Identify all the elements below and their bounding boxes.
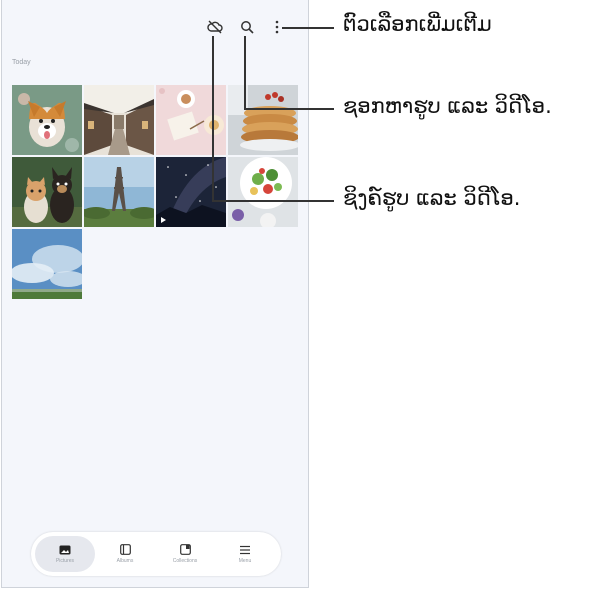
nav-tab-menu[interactable]: Menu [215,536,275,572]
callout-sync: ຊິງຄ໌ຮູບ ແລະ ວິດີໂອ. [343,186,521,210]
nav-label-collections: Collections [172,558,198,564]
callout-search: ຊອກຫາຮູບ ແລະ ວິດີໂອ. [343,94,552,118]
cloud-sync-off-icon[interactable] [204,16,226,38]
callout-line-search-vertical [244,36,246,110]
pictures-icon [59,545,71,554]
photo-corgi[interactable] [12,85,82,155]
menu-icon [240,545,250,554]
photo-salad[interactable] [228,157,298,227]
photo-street[interactable] [84,85,154,155]
callout-line-more-options [282,27,334,29]
albums-icon [119,544,131,555]
gallery-screen: Today Pictures Albums Collections Menu [1,0,309,588]
photo-cat-and-dog[interactable] [12,157,82,227]
nav-label-menu: Menu [238,557,252,564]
bottom-navigation: Pictures Albums Collections Menu [31,532,281,576]
nav-tab-pictures[interactable]: Pictures [35,536,95,572]
nav-label-albums: Albums [116,558,134,564]
callout-line-sync-vertical [212,36,214,202]
photo-pancakes[interactable] [228,85,298,155]
photo-eiffel-tower[interactable] [84,157,154,227]
photo-coffee-table[interactable] [156,85,226,155]
nav-tab-albums[interactable]: Albums [95,536,155,572]
photo-sky[interactable] [12,229,82,299]
callout-line-search [244,108,334,110]
callout-line-sync [212,200,334,202]
section-title-today: Today [12,59,31,66]
callout-more-options: ຕົວເລືອກເພີ່ມເຕີມ [343,12,492,36]
nav-tab-collections[interactable]: Collections [155,536,215,572]
photo-night-sky-video[interactable] [156,157,226,227]
search-icon[interactable] [236,16,258,38]
nav-label-pictures: Pictures [55,557,75,564]
collections-icon [179,544,191,555]
